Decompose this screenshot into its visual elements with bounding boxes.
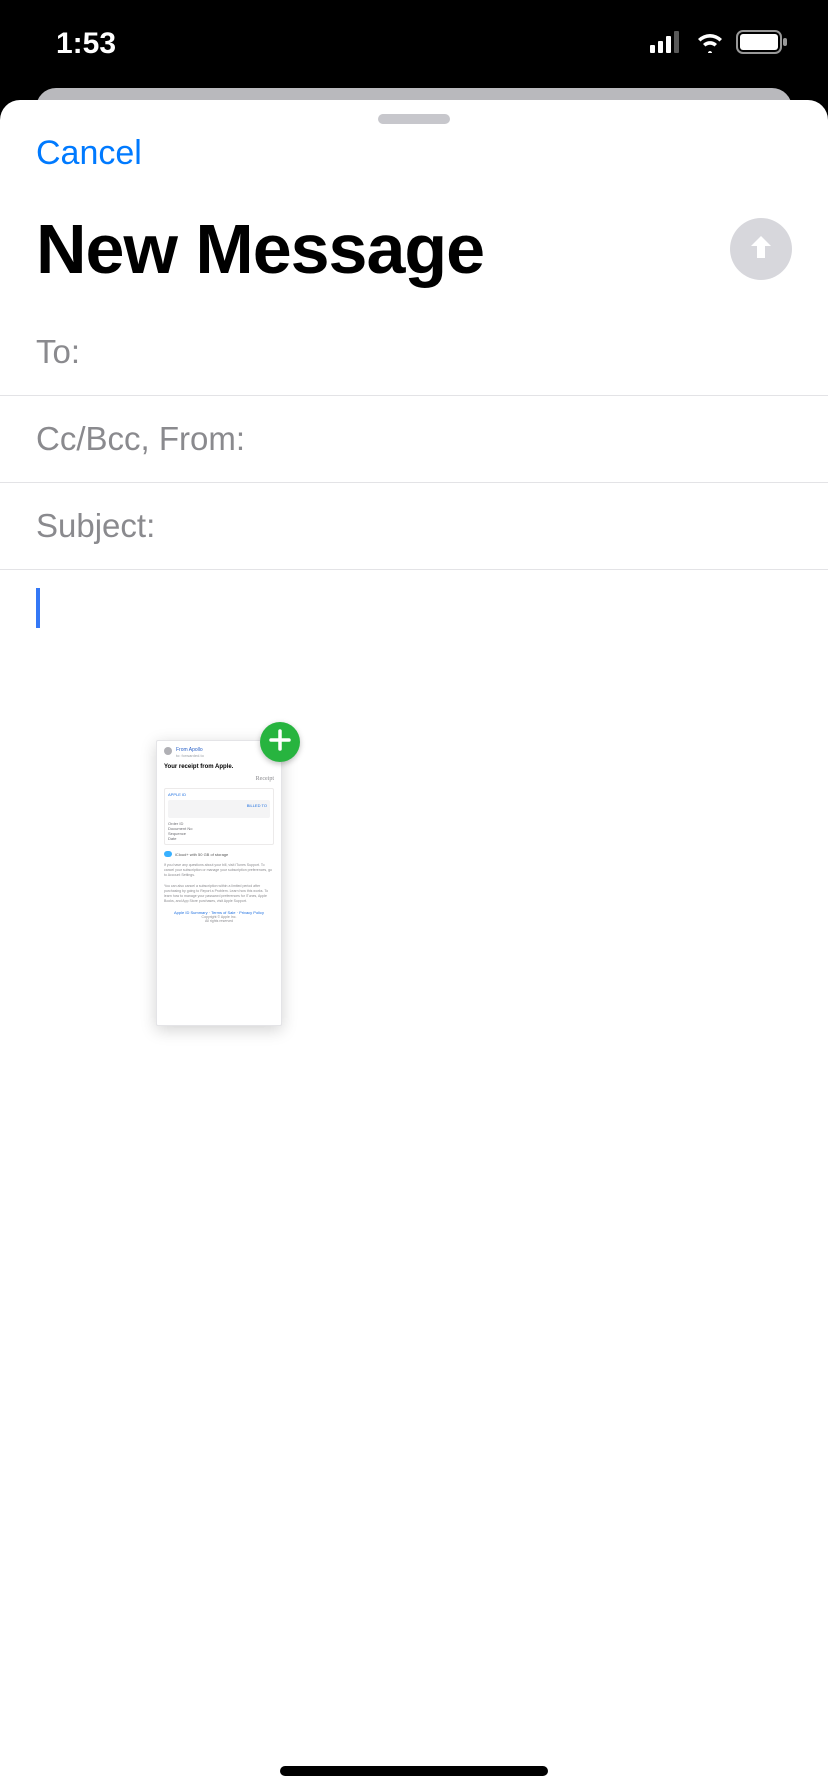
attachment-title: Your receipt from Apple. bbox=[164, 764, 274, 770]
wifi-icon bbox=[694, 31, 726, 58]
add-attachment-badge[interactable] bbox=[260, 722, 300, 762]
cancel-button[interactable]: Cancel bbox=[0, 124, 178, 173]
ccbcc-label: Cc/Bcc, From: bbox=[36, 420, 245, 458]
page-title: New Message bbox=[36, 209, 484, 289]
attachment-para2: You can also cancel a subscription withi… bbox=[164, 884, 274, 904]
attachment-drag-preview[interactable]: From Apollo to: forwarded.to Your receip… bbox=[156, 740, 282, 1026]
plus-icon bbox=[269, 729, 291, 756]
status-bar: 1:53 bbox=[0, 0, 828, 88]
home-indicator[interactable] bbox=[280, 1766, 548, 1776]
arrow-up-icon bbox=[746, 232, 776, 267]
receipt-label: Receipt bbox=[256, 776, 274, 782]
sheet-grabber[interactable] bbox=[378, 114, 450, 124]
send-button[interactable] bbox=[730, 218, 792, 280]
attachment-thumbnail: From Apollo to: forwarded.to Your receip… bbox=[156, 740, 282, 1026]
avatar bbox=[164, 747, 172, 755]
subject-label: Subject: bbox=[36, 507, 155, 545]
to-label: To: bbox=[36, 333, 80, 371]
billed-label: BILLED TO bbox=[247, 803, 267, 808]
status-icons bbox=[650, 30, 788, 59]
cellular-icon bbox=[650, 31, 684, 58]
text-cursor bbox=[36, 588, 40, 628]
icloud-icon bbox=[164, 851, 172, 857]
subject-field-row[interactable]: Subject: bbox=[0, 483, 828, 570]
attachment-to: to: forwarded.to bbox=[176, 753, 204, 758]
message-body[interactable] bbox=[0, 570, 828, 646]
icloud-plan: iCloud+ with 50 GB of storage bbox=[175, 852, 274, 857]
battery-icon bbox=[736, 30, 788, 59]
to-field-row[interactable]: To: bbox=[0, 309, 828, 396]
subject-input[interactable] bbox=[160, 507, 714, 545]
appleid-label: APPLE ID bbox=[168, 792, 270, 797]
footer-rights: All rights reserved bbox=[164, 919, 274, 923]
attachment-para1: If you have any questions about your bil… bbox=[164, 863, 274, 878]
compose-sheet: Cancel New Message To: Cc/Bcc, From: Sub… bbox=[0, 100, 828, 1792]
ccbcc-field-row[interactable]: Cc/Bcc, From: bbox=[0, 396, 828, 483]
status-time: 1:53 bbox=[56, 27, 116, 61]
to-input[interactable] bbox=[84, 333, 638, 371]
